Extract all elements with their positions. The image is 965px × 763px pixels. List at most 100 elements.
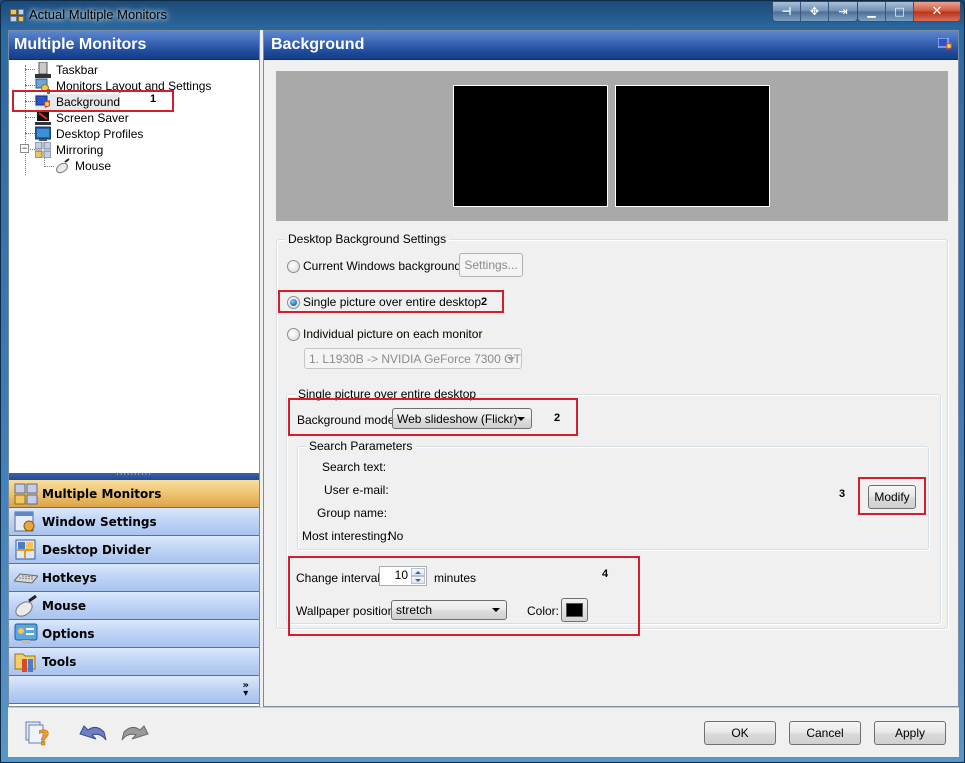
group-name-label: Group name: bbox=[317, 506, 388, 520]
ok-button[interactable]: OK bbox=[704, 721, 776, 745]
most-interesting-label: Most interesting: bbox=[302, 529, 391, 543]
window-title: Actual Multiple Monitors bbox=[29, 7, 167, 22]
tree-connector bbox=[25, 117, 35, 118]
tree-item-label: Mouse bbox=[75, 159, 112, 173]
nav-item-options[interactable]: Options bbox=[9, 620, 259, 648]
tree-connector bbox=[25, 133, 35, 134]
app-window: Actual Multiple Monitors ⊣ ✥ ⇥ ▁ □ ✕ Mul… bbox=[0, 0, 965, 763]
annotation-3: 3 bbox=[839, 488, 846, 500]
user-email-label: User e-mail: bbox=[324, 483, 389, 497]
tree-item-label: Mirroring bbox=[56, 143, 104, 157]
bottom-toolbar: ? OK Cancel Apply bbox=[8, 707, 959, 757]
tree-item-mouse[interactable]: Mouse bbox=[54, 158, 111, 174]
monitor-select-value: 1. L1930B -> NVIDIA GeForce 7300 GT bbox=[309, 351, 521, 366]
nav-item-label: Desktop Divider bbox=[42, 542, 151, 557]
chevron-double-right-icon: » bbox=[242, 680, 249, 691]
tree-item-taskbar[interactable]: Taskbar bbox=[35, 61, 99, 78]
tree-item-label: Desktop Profiles bbox=[56, 127, 144, 141]
move-button[interactable]: ✥ bbox=[801, 2, 829, 21]
monitor-preview bbox=[276, 71, 948, 221]
nav-item-window-settings[interactable]: Window Settings bbox=[9, 508, 259, 536]
nav-item-label: Window Settings bbox=[42, 514, 157, 529]
title-bar[interactable]: Actual Multiple Monitors ⊣ ✥ ⇥ ▁ □ ✕ bbox=[1, 1, 964, 30]
apply-button[interactable]: Apply bbox=[874, 721, 946, 745]
keyboard-icon bbox=[13, 567, 39, 589]
extra-caption-buttons: ⊣ ✥ ⇥ bbox=[772, 2, 858, 22]
settings-tree: − Taskbar Monitors Layout and Settings B… bbox=[9, 60, 259, 501]
tools-icon bbox=[14, 651, 38, 673]
nav-item-label: Hotkeys bbox=[42, 570, 97, 585]
mouse-icon bbox=[14, 594, 38, 617]
undo-button[interactable] bbox=[78, 720, 110, 748]
more-options-button[interactable]: » ▾ bbox=[242, 680, 249, 699]
nav-item-hotkeys[interactable]: Hotkeys bbox=[9, 564, 259, 592]
move-to-monitor-icon: ⇥ bbox=[838, 5, 848, 18]
tree-item-mirroring[interactable]: Mirroring bbox=[34, 141, 104, 159]
nav-item-label: Multiple Monitors bbox=[42, 486, 162, 501]
close-button[interactable]: ✕ bbox=[914, 2, 960, 21]
tree-item-desktop-profiles[interactable]: Desktop Profiles bbox=[34, 126, 144, 142]
pin-button[interactable]: ⊣ bbox=[773, 2, 801, 21]
chevron-down-icon bbox=[507, 356, 515, 361]
tree-connector bbox=[25, 85, 35, 86]
group-legend: Search Parameters bbox=[306, 439, 416, 453]
right-panel-header: Background bbox=[264, 31, 958, 60]
radio-label[interactable]: Current Windows background bbox=[303, 259, 461, 273]
most-interesting-value: No bbox=[388, 529, 404, 543]
group-legend: Desktop Background Settings bbox=[285, 232, 450, 246]
maximize-button[interactable]: □ bbox=[886, 2, 914, 21]
annotation-1: 1 bbox=[150, 93, 157, 105]
tree-connector bbox=[25, 69, 35, 70]
background-icon bbox=[937, 37, 952, 51]
annotation-4: 4 bbox=[602, 568, 609, 580]
multiple-monitors-icon bbox=[14, 483, 38, 505]
collapse-mirroring-toggle[interactable]: − bbox=[20, 144, 29, 153]
search-text-label: Search text: bbox=[322, 460, 387, 474]
tree-item-label: Taskbar bbox=[56, 63, 99, 77]
nav-item-multiple-monitors[interactable]: Multiple Monitors bbox=[9, 480, 259, 508]
tree-item-screen-saver[interactable]: Screen Saver bbox=[35, 110, 129, 126]
nav-item-desktop-divider[interactable]: Desktop Divider bbox=[9, 536, 259, 564]
mouse-icon bbox=[54, 158, 70, 174]
highlight-box-4 bbox=[288, 556, 640, 636]
cancel-button[interactable]: Cancel bbox=[789, 721, 861, 745]
desktop-divider-icon bbox=[14, 539, 38, 561]
right-panel: Background Desktop Background Settings C… bbox=[263, 30, 959, 707]
screen-saver-icon bbox=[35, 110, 51, 126]
options-icon bbox=[14, 623, 38, 645]
annotation-2b: 2 bbox=[554, 412, 561, 424]
nav-item-mouse[interactable]: Mouse bbox=[9, 592, 259, 620]
nav-item-tools[interactable]: Tools bbox=[9, 648, 259, 676]
minimize-button[interactable]: ▁ bbox=[858, 2, 886, 21]
undo-icon bbox=[79, 725, 107, 741]
panel-splitter[interactable]: ·········· bbox=[9, 471, 259, 480]
desktop-profiles-icon bbox=[34, 126, 52, 142]
settings-button[interactable]: Settings... bbox=[459, 253, 523, 277]
close-icon: ✕ bbox=[931, 4, 943, 19]
help-icon: ? bbox=[25, 721, 50, 750]
minimize-icon: ▁ bbox=[867, 5, 876, 18]
mirroring-icon bbox=[34, 141, 52, 159]
monitor-2-preview[interactable] bbox=[615, 85, 770, 207]
tree-connector bbox=[44, 166, 54, 167]
radio-current-windows-background[interactable] bbox=[287, 260, 300, 273]
redo-button[interactable] bbox=[118, 720, 150, 748]
highlight-box-2a bbox=[278, 290, 504, 313]
nav-item-label: Options bbox=[42, 626, 95, 641]
left-panel: Multiple Monitors − Taskbar Monitors Lay… bbox=[8, 30, 260, 707]
client-area: Multiple Monitors − Taskbar Monitors Lay… bbox=[8, 30, 959, 707]
tree-item-label: Screen Saver bbox=[56, 111, 129, 125]
move-icon: ✥ bbox=[809, 5, 820, 18]
taskbar-icon bbox=[35, 61, 51, 78]
nav-bar: Multiple Monitors Window Settings Deskto… bbox=[9, 480, 259, 704]
monitor-1-preview[interactable] bbox=[453, 85, 608, 207]
monitor-select[interactable]: 1. L1930B -> NVIDIA GeForce 7300 GT bbox=[304, 348, 522, 369]
move-to-monitor-button[interactable]: ⇥ bbox=[829, 2, 857, 21]
pin-icon: ⊣ bbox=[781, 5, 792, 18]
nav-footer: » ▾ bbox=[9, 676, 259, 704]
annotation-2a: 2 bbox=[481, 296, 488, 308]
radio-label[interactable]: Individual picture on each monitor bbox=[303, 327, 482, 341]
help-button[interactable]: ? bbox=[24, 720, 56, 750]
radio-individual-picture[interactable] bbox=[287, 328, 300, 341]
app-icon bbox=[10, 9, 24, 22]
